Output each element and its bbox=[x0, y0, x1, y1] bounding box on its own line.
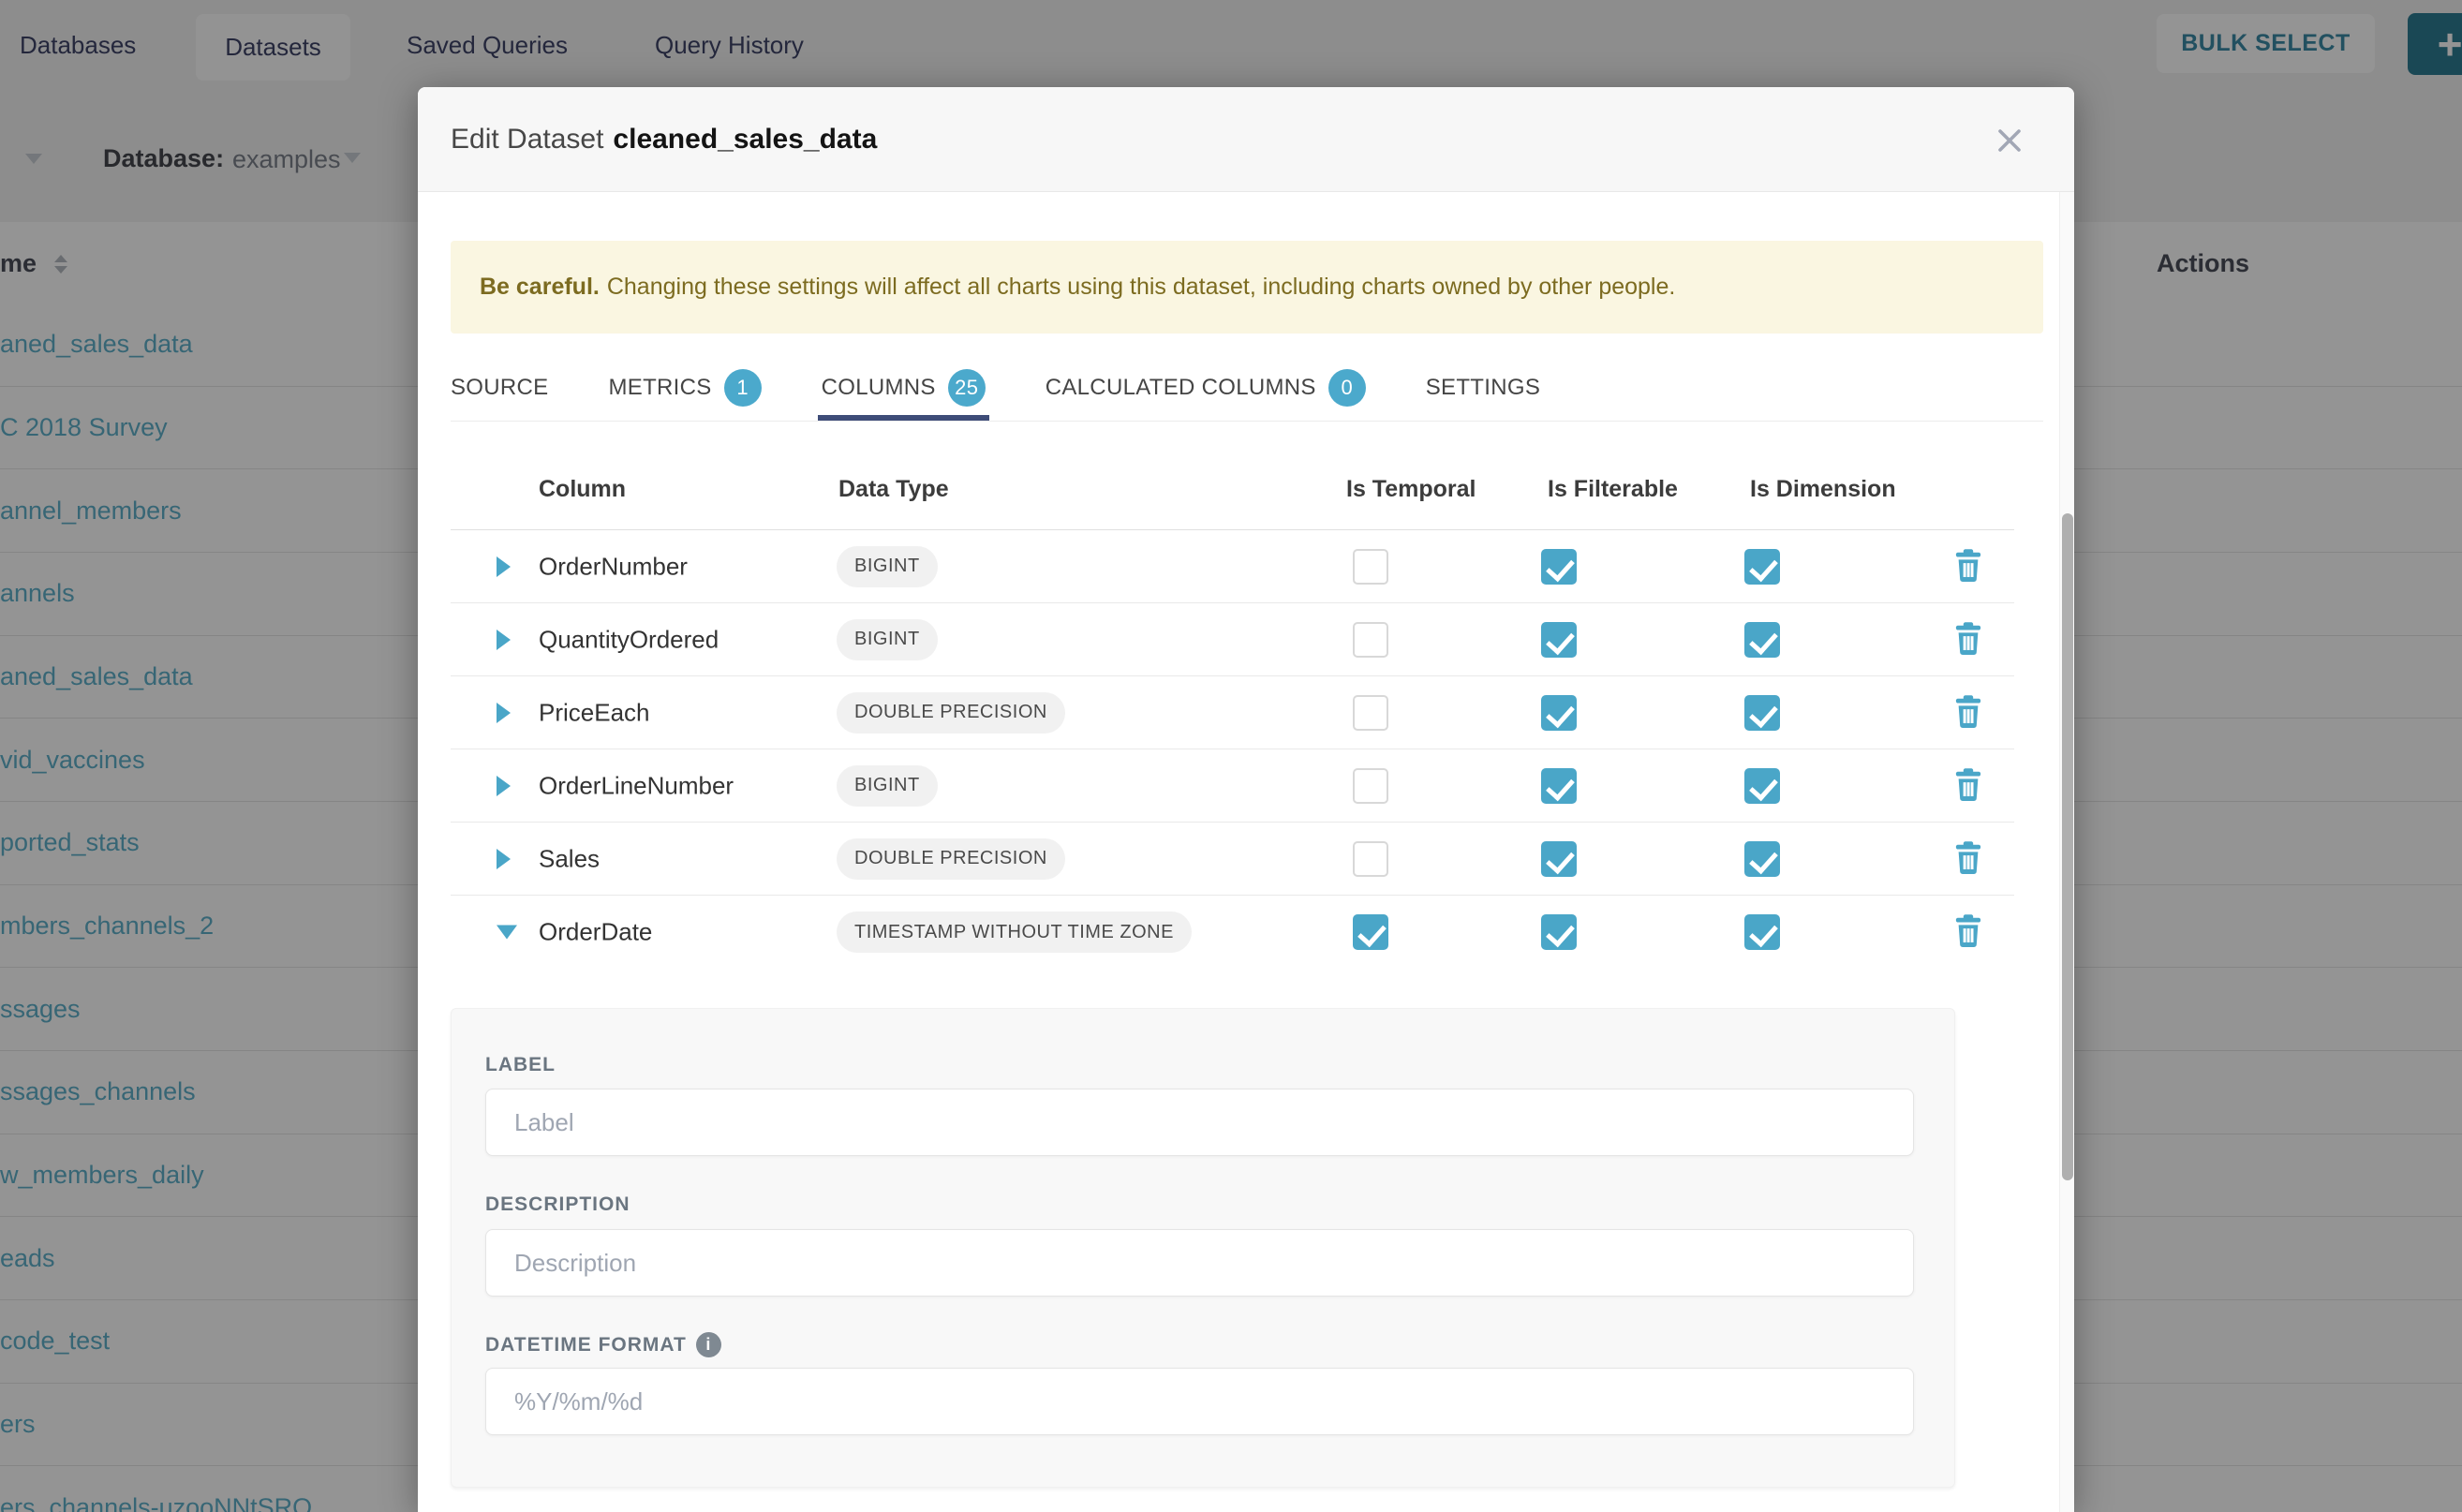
column-detail-panel: LABEL DESCRIPTION DATETIME FORMAT i bbox=[451, 1008, 1955, 1488]
delete-column-icon[interactable] bbox=[1951, 546, 1985, 586]
data-type-pill: DOUBLE PRECISION bbox=[837, 838, 1065, 880]
columns-rows: OrderNumberBIGINT QuantityOrderedBIGINT … bbox=[451, 530, 2014, 969]
is-temporal-checkbox[interactable] bbox=[1353, 695, 1388, 731]
tab-columns-badge: 25 bbox=[948, 369, 986, 407]
modal-title-prefix: Edit Dataset bbox=[451, 124, 603, 156]
column-row: QuantityOrdered BIGINT bbox=[451, 603, 2014, 676]
edit-dataset-modal: Edit Dataset cleaned_sales_data Be caref… bbox=[418, 87, 2074, 1512]
datetime-format-input[interactable] bbox=[485, 1368, 1914, 1435]
tab-columns[interactable]: COLUMNS 25 bbox=[822, 354, 986, 422]
description-input[interactable] bbox=[485, 1229, 1914, 1297]
data-type-pill: BIGINT bbox=[837, 546, 938, 587]
is-dimension-checkbox[interactable] bbox=[1744, 549, 1780, 585]
column-name: Sales bbox=[539, 844, 600, 873]
modal-scrollbar-track[interactable] bbox=[2059, 192, 2074, 1512]
expand-caret-icon[interactable] bbox=[497, 849, 511, 869]
tab-metrics-label: METRICS bbox=[608, 375, 711, 401]
columns-header-is-temporal: Is Temporal bbox=[1346, 476, 1476, 503]
column-row: PriceEach DOUBLE PRECISION bbox=[451, 676, 2014, 749]
collapse-caret-icon[interactable] bbox=[497, 926, 517, 940]
delete-column-icon[interactable] bbox=[1951, 838, 1985, 879]
is-filterable-checkbox[interactable] bbox=[1541, 841, 1577, 877]
delete-column-icon[interactable] bbox=[1951, 692, 1985, 733]
column-row: OrderDate TIMESTAMP WITHOUT TIME ZONE bbox=[451, 896, 2014, 969]
info-icon[interactable]: i bbox=[696, 1332, 721, 1357]
warning-banner-text: Changing these settings will affect all … bbox=[607, 274, 1676, 301]
tabs-divider bbox=[451, 421, 2043, 422]
modal-scrollbar-thumb[interactable] bbox=[2062, 513, 2073, 1180]
label-input[interactable] bbox=[485, 1089, 1914, 1156]
is-dimension-checkbox[interactable] bbox=[1744, 914, 1780, 950]
modal-title: Edit Dataset cleaned_sales_data bbox=[451, 87, 877, 192]
column-name: PriceEach bbox=[539, 698, 650, 727]
warning-banner: Be careful. Changing these settings will… bbox=[451, 241, 2043, 334]
tab-metrics-badge: 1 bbox=[724, 369, 762, 407]
tab-calculated-columns-label: CALCULATED COLUMNS bbox=[1046, 375, 1316, 401]
data-type-pill: BIGINT bbox=[837, 619, 938, 660]
expand-caret-icon[interactable] bbox=[497, 776, 511, 796]
data-type-pill: TIMESTAMP WITHOUT TIME ZONE bbox=[837, 912, 1192, 953]
delete-column-icon[interactable] bbox=[1951, 912, 1985, 953]
is-dimension-checkbox[interactable] bbox=[1744, 622, 1780, 658]
expand-caret-icon[interactable] bbox=[497, 703, 511, 723]
expand-caret-icon[interactable] bbox=[497, 556, 511, 577]
tab-metrics[interactable]: METRICS 1 bbox=[608, 354, 761, 422]
is-filterable-checkbox[interactable] bbox=[1541, 549, 1577, 585]
is-filterable-checkbox[interactable] bbox=[1541, 768, 1577, 804]
tab-settings[interactable]: SETTINGS bbox=[1426, 354, 1540, 422]
is-temporal-checkbox[interactable] bbox=[1353, 841, 1388, 877]
is-dimension-checkbox[interactable] bbox=[1744, 768, 1780, 804]
column-row: OrderNumber BIGINT bbox=[451, 530, 2014, 603]
delete-column-icon[interactable] bbox=[1951, 765, 1985, 806]
data-type-pill: DOUBLE PRECISION bbox=[837, 692, 1065, 734]
is-temporal-checkbox[interactable] bbox=[1353, 622, 1388, 658]
tab-calculated-columns-badge: 0 bbox=[1328, 369, 1366, 407]
column-name: OrderNumber bbox=[539, 552, 688, 581]
columns-header-column: Column bbox=[539, 476, 626, 503]
close-icon[interactable] bbox=[1992, 123, 2027, 158]
label-field-label: LABEL bbox=[485, 1054, 556, 1076]
expand-caret-icon[interactable] bbox=[497, 630, 511, 650]
column-name: OrderLineNumber bbox=[539, 771, 734, 800]
modal-title-dataset-name: cleaned_sales_data bbox=[613, 124, 877, 156]
data-type-pill: BIGINT bbox=[837, 765, 938, 807]
columns-header-is-dimension: Is Dimension bbox=[1750, 476, 1896, 503]
is-dimension-checkbox[interactable] bbox=[1744, 841, 1780, 877]
is-temporal-checkbox[interactable] bbox=[1353, 768, 1388, 804]
warning-banner-bold: Be careful. bbox=[480, 274, 600, 301]
is-dimension-checkbox[interactable] bbox=[1744, 695, 1780, 731]
description-field-label: DESCRIPTION bbox=[485, 1193, 630, 1216]
columns-header-data-type: Data Type bbox=[838, 476, 949, 503]
tab-source-label: SOURCE bbox=[451, 375, 548, 401]
is-filterable-checkbox[interactable] bbox=[1541, 622, 1577, 658]
column-name: QuantityOrdered bbox=[539, 625, 719, 654]
datetime-format-field-label: DATETIME FORMAT i bbox=[485, 1332, 721, 1357]
is-filterable-checkbox[interactable] bbox=[1541, 914, 1577, 950]
tab-source[interactable]: SOURCE bbox=[451, 354, 548, 422]
modal-tabs: SOURCE METRICS 1 COLUMNS 25 CALCULATED C… bbox=[451, 354, 1540, 422]
tab-calculated-columns[interactable]: CALCULATED COLUMNS 0 bbox=[1046, 354, 1366, 422]
tab-settings-label: SETTINGS bbox=[1426, 375, 1540, 401]
column-row: Sales DOUBLE PRECISION bbox=[451, 823, 2014, 896]
delete-column-icon[interactable] bbox=[1951, 619, 1985, 660]
is-temporal-checkbox[interactable] bbox=[1353, 549, 1388, 585]
description-field-label-text: DESCRIPTION bbox=[485, 1193, 630, 1216]
column-row: OrderLineNumber BIGINT bbox=[451, 749, 2014, 823]
modal-header: Edit Dataset cleaned_sales_data bbox=[418, 87, 2074, 192]
datetime-format-label-text: DATETIME FORMAT bbox=[485, 1334, 687, 1356]
column-name: OrderDate bbox=[539, 918, 652, 947]
is-filterable-checkbox[interactable] bbox=[1541, 695, 1577, 731]
is-temporal-checkbox[interactable] bbox=[1353, 914, 1388, 950]
columns-header-is-filterable: Is Filterable bbox=[1548, 476, 1678, 503]
label-field-label-text: LABEL bbox=[485, 1054, 556, 1076]
screen: Databases Datasets Saved Queries Query H… bbox=[0, 0, 2462, 1512]
tab-columns-label: COLUMNS bbox=[822, 375, 936, 401]
